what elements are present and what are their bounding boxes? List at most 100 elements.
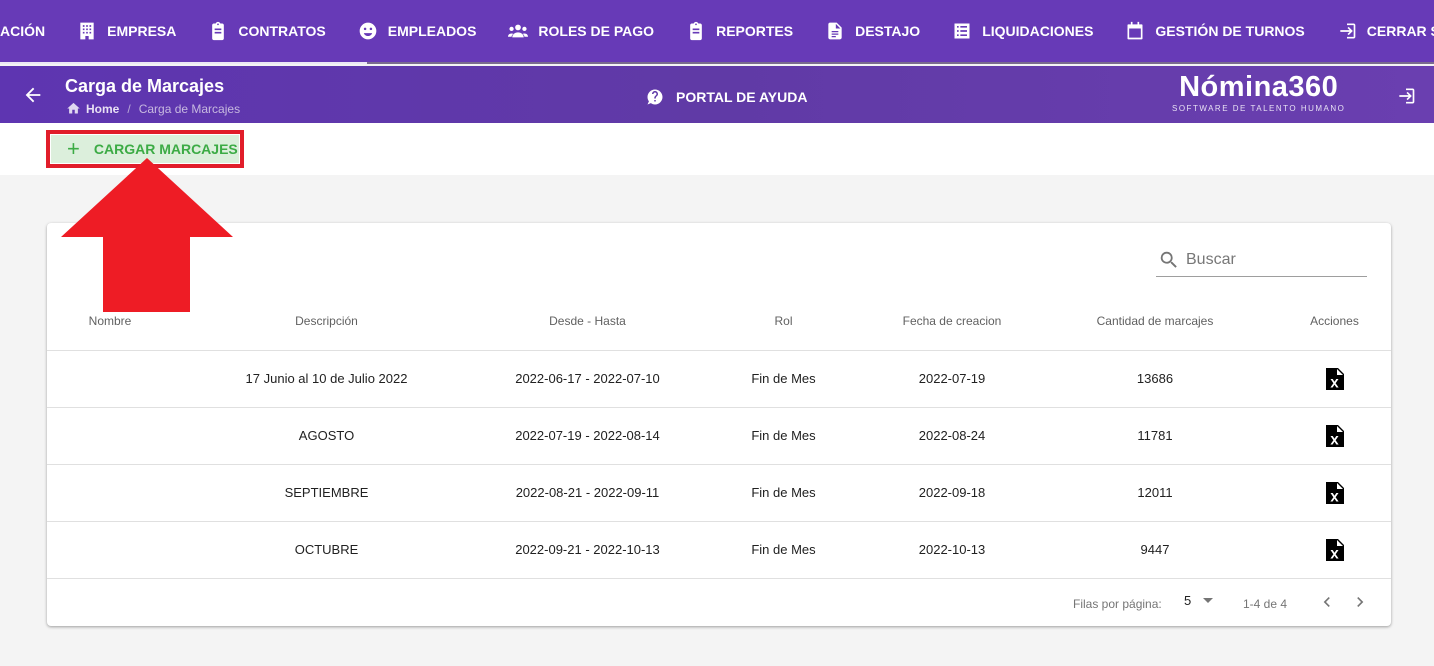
nav-item-label: CERRAR SESIÓN xyxy=(1366,23,1434,39)
table-row[interactable]: OCTUBRE 2022-09-21 - 2022-10-13 Fin de M… xyxy=(47,521,1391,579)
home-icon xyxy=(67,102,80,114)
nav-item-label: CONTRATOS xyxy=(238,23,326,39)
nav-item-partial[interactable]: ACIÓN xyxy=(0,0,61,62)
red-annotation-arrow xyxy=(61,158,233,312)
cell-nombre xyxy=(47,350,173,408)
column-header-fecha-creacion[interactable]: Fecha de creacion xyxy=(872,293,1032,351)
table-row[interactable]: AGOSTO 2022-07-19 - 2022-08-14 Fin de Me… xyxy=(47,407,1391,465)
cell-rango: 2022-07-19 - 2022-08-14 xyxy=(480,407,695,465)
column-header-rol[interactable]: Rol xyxy=(695,293,872,351)
nav-item-label: GESTIÓN DE TURNOS xyxy=(1155,23,1305,39)
nav-scroll-thumb[interactable] xyxy=(0,62,368,64)
caret-down-icon xyxy=(1203,598,1214,603)
rows-per-page-value: 5 xyxy=(1184,593,1192,608)
pagination-range: 1-4 de 4 xyxy=(1243,597,1288,611)
table-pagination: Filas por página: 5 1-4 de 4 xyxy=(47,579,1391,626)
cell-descripcion: SEPTIEMBRE xyxy=(173,464,480,522)
arrow-left-icon xyxy=(25,87,41,103)
rows-per-page-select[interactable]: 5 xyxy=(1184,593,1214,608)
cell-descripcion: AGOSTO xyxy=(173,407,480,465)
previous-page-button[interactable] xyxy=(1317,592,1337,612)
page-header: Carga de Marcajes Home / Carga de Marcaj… xyxy=(0,66,1434,123)
nav-item-label: DESTAJO xyxy=(855,23,921,39)
nav-item-label: ACIÓN xyxy=(0,23,46,39)
cell-acciones xyxy=(1278,350,1391,408)
cell-nombre xyxy=(47,464,173,522)
cell-cantidad: 11781 xyxy=(1032,407,1278,465)
excel-file-icon[interactable] xyxy=(1325,481,1344,504)
cell-acciones xyxy=(1278,407,1391,465)
search-box[interactable] xyxy=(1156,243,1367,277)
brand-tagline: SOFTWARE DE TALENTO HUMANO xyxy=(1172,104,1346,113)
document-icon xyxy=(828,22,842,40)
logout-button[interactable] xyxy=(1396,86,1416,106)
nav-item-destajo[interactable]: DESTAJO xyxy=(809,0,936,62)
brand-logo: Nómina360 SOFTWARE DE TALENTO HUMANO xyxy=(1172,72,1345,113)
nav-item-gestion-de-turnos[interactable]: GESTIÓN DE TURNOS xyxy=(1109,0,1320,62)
breadcrumb-home-link[interactable]: Home xyxy=(86,102,119,116)
logout-icon xyxy=(1340,23,1356,39)
help-icon xyxy=(647,89,663,105)
calendar-icon xyxy=(1127,21,1143,40)
column-header-acciones: Acciones xyxy=(1278,293,1391,351)
nav-item-label: ROLES DE PAGO xyxy=(538,23,655,39)
cell-descripcion: OCTUBRE xyxy=(173,521,480,579)
cell-nombre xyxy=(47,407,173,465)
cell-fecha: 2022-08-24 xyxy=(872,407,1032,465)
column-header-cantidad-marcajes[interactable]: Cantidad de marcajes xyxy=(1032,293,1278,351)
plus-icon: + xyxy=(67,136,80,161)
list-icon xyxy=(954,23,970,39)
cell-rango: 2022-09-21 - 2022-10-13 xyxy=(480,521,695,579)
cell-cantidad: 12011 xyxy=(1032,464,1278,522)
nav-item-label: EMPRESA xyxy=(107,23,177,39)
cell-rol: Fin de Mes xyxy=(695,350,872,408)
breadcrumb-current: Carga de Marcajes xyxy=(138,101,241,116)
cell-rol: Fin de Mes xyxy=(695,521,872,579)
clipboard-icon xyxy=(212,21,225,41)
search-icon xyxy=(1160,251,1177,268)
page-title: Carga de Marcajes xyxy=(65,76,225,96)
cell-rango: 2022-08-21 - 2022-09-11 xyxy=(480,464,695,522)
nav-item-contratos[interactable]: CONTRATOS xyxy=(192,0,341,62)
cell-nombre xyxy=(47,521,173,579)
top-navigation: ACIÓN EMPRESA CONTRATOS EMPLEADOS ROLES … xyxy=(0,0,1434,64)
face-icon xyxy=(359,22,377,40)
nav-item-liquidaciones[interactable]: LIQUIDACIONES xyxy=(936,0,1109,62)
nav-item-reportes[interactable]: REPORTES xyxy=(670,0,809,62)
building-icon xyxy=(80,22,94,40)
back-button[interactable] xyxy=(22,84,44,106)
cell-cantidad: 9447 xyxy=(1032,521,1278,579)
search-input[interactable] xyxy=(1186,250,1356,269)
marks-table-card: Nombre Descripción Desde - Hasta Rol Fec… xyxy=(47,223,1391,626)
cell-acciones xyxy=(1278,521,1391,579)
nav-item-empleados[interactable]: EMPLEADOS xyxy=(342,0,493,62)
logout-icon xyxy=(1399,88,1415,104)
table-header-row: Nombre Descripción Desde - Hasta Rol Fec… xyxy=(47,293,1391,351)
nav-scroll-track[interactable] xyxy=(0,62,1434,64)
load-marks-label: CARGAR MARCAJES xyxy=(93,141,238,157)
rows-per-page-label: Filas por página: xyxy=(1073,597,1162,611)
excel-file-icon[interactable] xyxy=(1325,367,1344,390)
cell-rol: Fin de Mes xyxy=(695,464,872,522)
chevron-right-icon xyxy=(1357,597,1364,607)
breadcrumb-separator: / xyxy=(127,101,131,116)
excel-file-icon[interactable] xyxy=(1325,538,1344,561)
cell-descripcion: 17 Junio al 10 de Julio 2022 xyxy=(173,350,480,408)
nav-item-empresa[interactable]: EMPRESA xyxy=(61,0,192,62)
nav-item-cerrar-sesion[interactable]: CERRAR SESIÓN xyxy=(1321,0,1434,62)
help-portal-label: PORTAL DE AYUDA xyxy=(676,89,808,105)
chevron-left-icon xyxy=(1323,597,1330,607)
help-portal-link[interactable]: PORTAL DE AYUDA xyxy=(646,88,807,106)
marks-table: Nombre Descripción Desde - Hasta Rol Fec… xyxy=(47,293,1391,579)
cell-fecha: 2022-10-13 xyxy=(872,521,1032,579)
excel-file-icon[interactable] xyxy=(1325,424,1344,447)
brand-name: Nómina360 xyxy=(1179,71,1339,103)
column-header-desde-hasta[interactable]: Desde - Hasta xyxy=(480,293,695,351)
table-row[interactable]: 17 Junio al 10 de Julio 2022 2022-06-17 … xyxy=(47,350,1391,408)
cell-acciones xyxy=(1278,464,1391,522)
nav-item-roles-de-pago[interactable]: ROLES DE PAGO xyxy=(492,0,670,62)
next-page-button[interactable] xyxy=(1350,592,1370,612)
table-row[interactable]: SEPTIEMBRE 2022-08-21 - 2022-09-11 Fin d… xyxy=(47,464,1391,522)
nav-item-label: REPORTES xyxy=(716,23,794,39)
cell-fecha: 2022-09-18 xyxy=(872,464,1032,522)
